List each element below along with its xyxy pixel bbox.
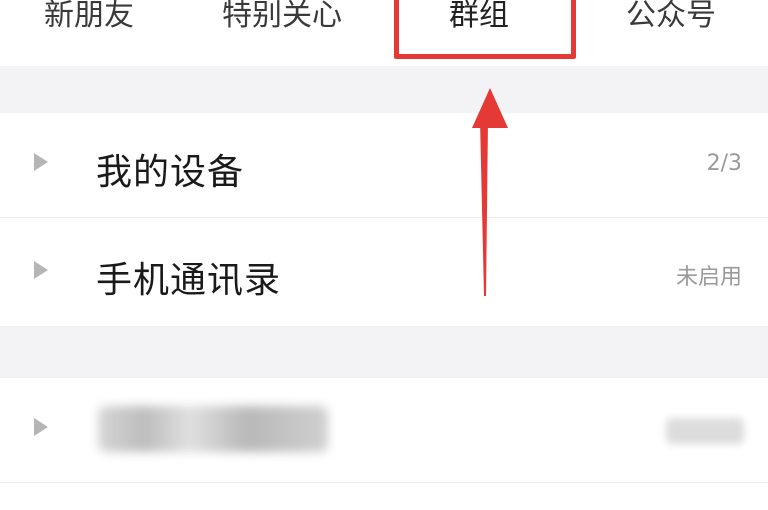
expand-caret-icon: [34, 153, 48, 171]
expand-caret-icon: [34, 418, 48, 436]
section-separator: [0, 326, 768, 378]
annotation-highlight-box: [394, 0, 576, 59]
list-item-phone-contacts[interactable]: 手机通讯录 未启用: [0, 221, 768, 325]
contacts-tab-bar: 新朋友 特别关心 群组 公众号: [0, 0, 768, 62]
divider: [0, 482, 768, 483]
blurred-group-count: [666, 418, 744, 444]
next-list-item-peek: [0, 486, 768, 510]
tab-special-care[interactable]: 特别关心: [222, 0, 342, 38]
tab-public-accounts[interactable]: 公众号: [626, 0, 716, 38]
expand-caret-icon: [34, 261, 48, 279]
list-item-blurred-group[interactable]: [0, 378, 768, 482]
divider: [0, 217, 768, 218]
list-item-title: 我的设备: [96, 152, 245, 193]
list-item-count: 2/3: [706, 151, 742, 176]
list-item-status: 未启用: [675, 265, 742, 290]
list-item-title: 手机通讯录: [96, 260, 282, 301]
list-item-my-devices[interactable]: 我的设备 2/3: [0, 113, 768, 217]
tab-new-friends[interactable]: 新朋友: [44, 0, 134, 38]
section-separator: [0, 66, 768, 113]
blurred-group-name: [98, 406, 328, 452]
